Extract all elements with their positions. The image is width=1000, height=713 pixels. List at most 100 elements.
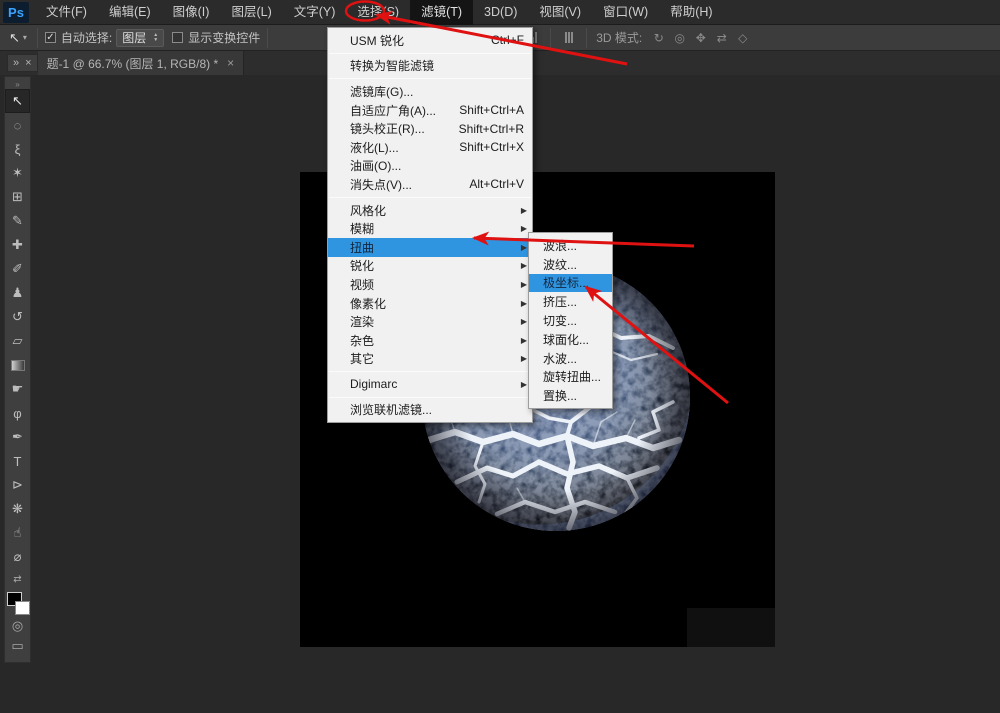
filter-menu-item-21[interactable]: Digimarc▶ — [328, 375, 532, 394]
submenu-arrow-icon: ▶ — [521, 206, 527, 215]
show-transform-checkbox[interactable] — [172, 32, 183, 43]
document-tab[interactable]: 题-1 @ 66.7% (图层 1, RGB/8) * × — [38, 51, 245, 75]
filter-menu-item-8[interactable]: 油画(O)... — [328, 157, 532, 176]
screen-mode-button[interactable]: ▭ — [5, 636, 30, 656]
move-tool[interactable]: ↖ — [5, 89, 30, 113]
filter-menu-item-6[interactable]: 镜头校正(R)...Shift+Ctrl+R — [328, 119, 532, 138]
panel-close-icon[interactable]: × — [25, 57, 31, 69]
quick-mask-button[interactable]: ◎ — [5, 616, 30, 636]
eyedropper-tool[interactable]: ✎ — [5, 209, 30, 233]
distort-submenu-item-6[interactable]: 水波... — [529, 349, 612, 368]
collapse-panels-icon[interactable]: » — [13, 57, 19, 69]
path-selection-tool[interactable]: ⊳ — [5, 473, 30, 497]
menubar-item-3d[interactable]: 3D(D) — [473, 0, 528, 25]
filter-menu-item-15[interactable]: 视频▶ — [328, 275, 532, 294]
3d-mode-icon-4[interactable]: ◇ — [734, 30, 751, 45]
3d-mode-icon-3[interactable]: ⇄ — [713, 30, 730, 45]
filter-menu-item-23[interactable]: 浏览联机滤镜... — [328, 401, 532, 420]
submenu-arrow-icon: ▶ — [521, 380, 527, 389]
menubar-item-help[interactable]: 帮助(H) — [659, 0, 723, 25]
filter-menu-item-13[interactable]: 扭曲▶ — [328, 238, 532, 257]
gradient-tool[interactable] — [5, 353, 30, 377]
menubar-item-image[interactable]: 图像(I) — [162, 0, 221, 25]
background-color-swatch[interactable] — [15, 601, 30, 615]
menubar-item-edit[interactable]: 编辑(E) — [98, 0, 162, 25]
distort-submenu-item-3[interactable]: 挤压... — [529, 292, 612, 311]
filter-menu-item-0[interactable]: USM 锐化Ctrl+F — [328, 31, 532, 50]
lasso-tool[interactable]: ξ — [5, 137, 30, 161]
filter-menu-item-5[interactable]: 自适应广角(A)...Shift+Ctrl+A — [328, 101, 532, 120]
menu-item-label: 其它 — [350, 350, 524, 367]
filter-menu-item-4[interactable]: 滤镜库(G)... — [328, 82, 532, 101]
menubar-item-window[interactable]: 窗口(W) — [592, 0, 659, 25]
menu-item-shortcut: Shift+Ctrl+A — [459, 103, 524, 117]
smudge-tool[interactable]: ☛ — [5, 377, 30, 401]
menubar-item-layer[interactable]: 图层(L) — [220, 0, 282, 25]
filter-menu-item-9[interactable]: 消失点(V)...Alt+Ctrl+V — [328, 175, 532, 194]
shape-tool[interactable]: ❋ — [5, 497, 30, 521]
menubar-item-select[interactable]: 选择(S) — [346, 0, 410, 25]
quick-selection-tool[interactable]: ✶ — [5, 161, 30, 185]
distribute-icon[interactable] — [560, 30, 577, 45]
photoshop-logo: Ps — [3, 2, 29, 23]
menu-item-label: 消失点(V)... — [350, 176, 451, 193]
menu-item-shortcut: Shift+Ctrl+R — [459, 122, 524, 136]
filter-menu-item-16[interactable]: 像素化▶ — [328, 294, 532, 313]
filter-menu-item-19[interactable]: 其它▶ — [328, 350, 532, 369]
crop-tool[interactable]: ⊞ — [5, 185, 30, 209]
filter-menu-item-17[interactable]: 渲染▶ — [328, 312, 532, 331]
auto-select-label: 自动选择: — [61, 29, 112, 46]
marquee-tool[interactable]: ◌ — [5, 113, 30, 137]
tools-panel-header[interactable]: » — [15, 80, 19, 89]
distort-submenu-item-8[interactable]: 置换... — [529, 386, 612, 405]
filter-menu-item-7[interactable]: 液化(L)...Shift+Ctrl+X — [328, 138, 532, 157]
menu-separator — [329, 53, 531, 54]
menu-item-label: 置换... — [543, 387, 604, 404]
menubar-item-filter[interactable]: 滤镜(T) — [410, 0, 473, 25]
options-divider — [586, 28, 587, 48]
3d-mode-icons: ↻ ◎ ✥ ⇄ ◇ — [648, 30, 753, 45]
panel-collapse-chip[interactable]: » × — [7, 54, 38, 72]
menu-item-label: USM 锐化 — [350, 32, 473, 49]
filter-menu-panel: USM 锐化Ctrl+F 转换为智能滤镜滤镜库(G)...自适应广角(A)...S… — [327, 27, 533, 423]
menu-item-label: Digimarc — [350, 377, 524, 391]
filter-menu-item-14[interactable]: 锐化▶ — [328, 257, 532, 276]
type-tool[interactable]: T — [5, 449, 30, 473]
distort-submenu-item-1[interactable]: 波纹... — [529, 255, 612, 274]
distort-submenu-item-2[interactable]: 极坐标... — [529, 274, 612, 293]
auto-select-target-value: 图层 — [122, 29, 146, 46]
filter-menu-item-12[interactable]: 模糊▶ — [328, 219, 532, 238]
dodge-tool[interactable]: φ — [5, 401, 30, 425]
zoom-tool[interactable]: ⌀ — [5, 545, 30, 569]
menubar-item-type[interactable]: 文字(Y) — [283, 0, 347, 25]
pen-tool[interactable]: ✒ — [5, 425, 30, 449]
hand-tool[interactable]: ☝ — [5, 521, 30, 545]
menubar-item-view[interactable]: 视图(V) — [528, 0, 592, 25]
distort-submenu-item-0[interactable]: 波浪... — [529, 236, 612, 255]
history-brush-tool[interactable]: ↺ — [5, 305, 30, 329]
menu-separator — [329, 78, 531, 79]
brush-tool[interactable]: ✐ — [5, 257, 30, 281]
eraser-tool[interactable]: ▱ — [5, 329, 30, 353]
tab-close-icon[interactable]: × — [227, 56, 234, 70]
move-tool-preset-icon[interactable]: ↖ — [9, 30, 20, 46]
distort-submenu-item-7[interactable]: 旋转扭曲... — [529, 368, 612, 387]
clone-stamp-tool[interactable]: ♟ — [5, 281, 30, 305]
filter-menu-item-2[interactable]: 转换为智能滤镜 — [328, 57, 532, 76]
3d-mode-icon-0[interactable]: ↻ — [650, 30, 667, 45]
filter-menu-item-18[interactable]: 杂色▶ — [328, 331, 532, 350]
menubar-item-file[interactable]: 文件(F) — [35, 0, 98, 25]
menu-item-label: 旋转扭曲... — [543, 368, 604, 385]
canvas-corner-shade — [687, 608, 775, 647]
3d-mode-icon-2[interactable]: ✥ — [692, 30, 709, 45]
healing-brush-tool[interactable]: ✚ — [5, 233, 30, 257]
auto-select-target-dropdown[interactable]: 图层 ▲▼ — [116, 29, 164, 47]
distort-submenu-item-5[interactable]: 球面化... — [529, 330, 612, 349]
filter-menu-item-11[interactable]: 风格化▶ — [328, 201, 532, 220]
swap-colors-icon[interactable]: ⇄ — [5, 569, 30, 589]
dropdown-arrows-icon: ▲▼ — [153, 33, 158, 43]
auto-select-checkbox[interactable]: ✓ — [45, 32, 56, 43]
tool-preset-caret-icon[interactable]: ▾ — [23, 33, 27, 42]
distort-submenu-item-4[interactable]: 切变... — [529, 311, 612, 330]
3d-mode-icon-1[interactable]: ◎ — [671, 30, 688, 45]
